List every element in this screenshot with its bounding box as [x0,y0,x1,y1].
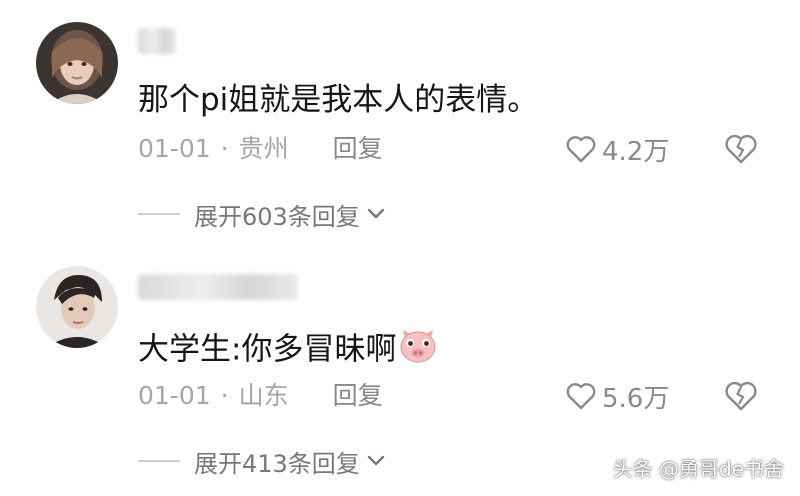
comment-meta: 01-01 · 贵州 回复 [138,133,383,165]
separator-dot: · [220,134,229,163]
separator-dot: · [220,381,229,410]
like-button[interactable]: 4.2万 [566,133,670,167]
avatar[interactable] [36,22,118,104]
expand-replies-button[interactable]: 展开603条回复 [138,197,386,231]
comment-date: 01-01 [138,134,211,163]
broken-heart-icon [725,134,757,164]
avatar[interactable] [36,266,118,348]
chevron-down-icon [367,455,385,466]
expand-replies-label: 展开603条回复 [194,202,360,231]
chevron-down-icon [367,208,385,219]
comment-location: 山东 [238,381,289,410]
expand-replies-button[interactable]: 展开413条回复 [138,444,386,478]
heart-icon [566,383,596,410]
like-count: 4.2万 [602,136,670,167]
comment-meta: 01-01 · 山东 回复 [138,380,383,412]
dislike-button[interactable] [724,133,758,165]
heart-icon [566,136,596,163]
reply-button[interactable]: 回复 [333,381,383,410]
pig-emoji-icon [398,328,438,374]
dislike-button[interactable] [724,380,758,412]
like-button[interactable]: 5.6万 [566,380,670,414]
broken-heart-icon [725,381,757,411]
divider-line [138,460,180,462]
divider-line [138,213,180,215]
reply-button[interactable]: 回复 [333,134,383,163]
username-blurred[interactable] [138,274,298,300]
comment-date: 01-01 [138,381,211,410]
expand-replies-label: 展开413条回复 [194,449,360,478]
comment-text: 那个pi姐就是我本人的表情。 [138,82,539,118]
comment-text-content: 大学生:你多冒昧啊 [138,331,397,368]
like-count: 5.6万 [602,383,670,414]
comment-text: 大学生:你多冒昧啊 [138,328,438,374]
username-blurred[interactable] [138,28,176,54]
comment-location: 贵州 [238,134,289,163]
watermark: 头条 @勇哥de书舍 [612,457,784,481]
